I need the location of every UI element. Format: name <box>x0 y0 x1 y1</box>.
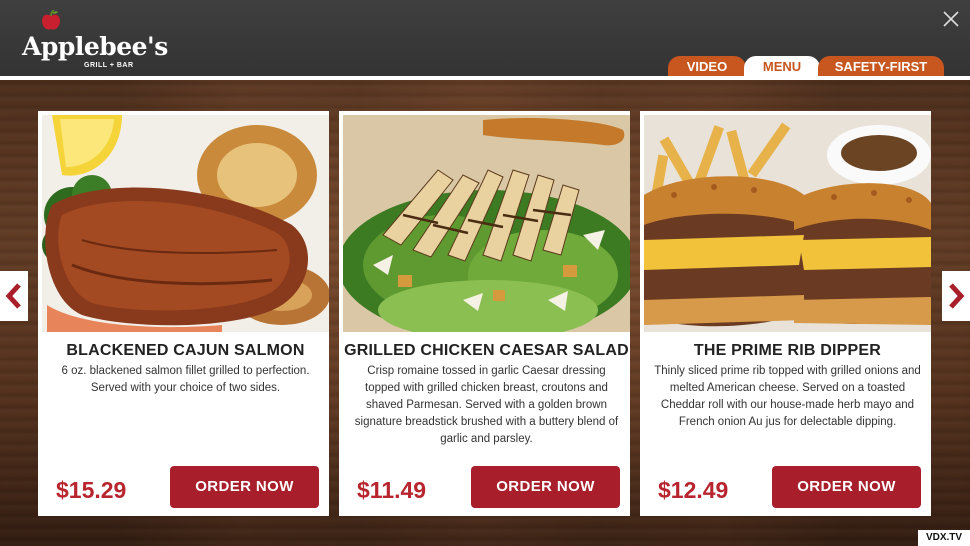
menu-card: GRILLED CHICKEN CAESAR SALAD Crisp romai… <box>339 111 630 516</box>
header-bar: Applebee's GRILL + BAR VIDEO MENU SAFETY… <box>0 0 970 78</box>
brand-name: Applebee's <box>22 32 168 61</box>
menu-item-description: Thinly sliced prime rib topped with gril… <box>654 365 921 428</box>
apple-icon <box>42 10 60 30</box>
tab-menu[interactable]: MENU <box>744 56 820 78</box>
order-now-button[interactable]: ORDER NOW <box>170 466 319 508</box>
menu-item-description: 6 oz. blackened salmon fillet grilled to… <box>61 365 310 394</box>
header-divider <box>0 76 970 80</box>
tab-video[interactable]: VIDEO <box>668 56 746 78</box>
salmon-photo <box>42 115 329 332</box>
menu-item-price: $11.49 <box>357 477 427 503</box>
next-button[interactable] <box>942 271 970 321</box>
menu-card: THE PRIME RIB DIPPER Thinly sliced prime… <box>640 111 931 516</box>
menu-card: BLACKENED CAJUN SALMON 6 oz. blackened s… <box>38 111 329 516</box>
tab-safety-first[interactable]: SAFETY-FIRST <box>818 56 944 78</box>
watermark-label: VDX.TV <box>918 530 970 546</box>
menu-item-title: THE PRIME RIB DIPPER <box>693 342 882 359</box>
menu-item-title: GRILLED CHICKEN CAESAR SALAD <box>344 342 629 359</box>
menu-item-description: Crisp romaine tossed in garlic Caesar dr… <box>354 365 619 445</box>
menu-item-price: $15.29 <box>56 477 127 503</box>
prime-rib-dipper-photo <box>644 115 931 332</box>
caesar-salad-photo <box>343 115 630 332</box>
menu-item-price: $12.49 <box>658 477 729 503</box>
chevron-right-icon <box>949 283 965 309</box>
menu-item-title: BLACKENED CAJUN SALMON <box>66 342 305 359</box>
prev-button[interactable] <box>0 271 28 321</box>
brand-tagline: GRILL + BAR <box>84 62 134 69</box>
order-now-button[interactable]: ORDER NOW <box>471 466 620 508</box>
brand-logo: Applebee's GRILL + BAR <box>22 10 168 72</box>
close-icon[interactable] <box>940 8 962 30</box>
chevron-left-icon <box>5 283 21 309</box>
order-now-button[interactable]: ORDER NOW <box>772 466 921 508</box>
